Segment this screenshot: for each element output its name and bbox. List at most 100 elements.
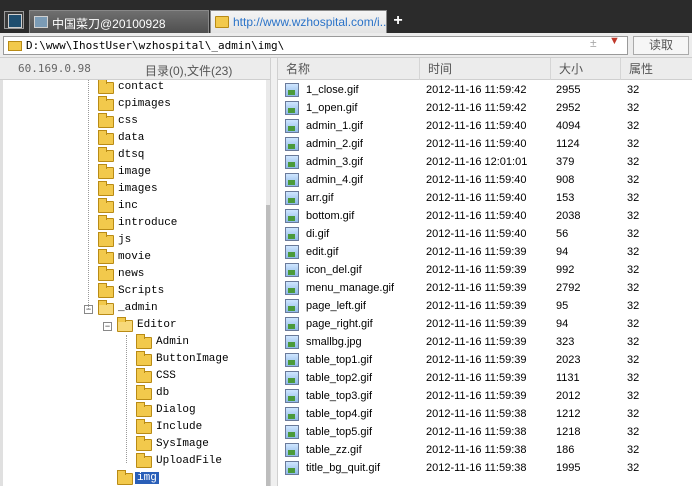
tree-node-label: data bbox=[118, 132, 145, 144]
file-time: 2012-11-16 11:59:39 bbox=[426, 372, 527, 384]
file-row[interactable]: edit.gif 2012-11-16 11:59:39 94 32 bbox=[278, 243, 692, 261]
tree-guide bbox=[88, 80, 89, 309]
column-size[interactable]: 大小 bbox=[551, 58, 621, 80]
folder-icon bbox=[136, 351, 152, 366]
file-row[interactable]: table_top4.gif 2012-11-16 11:59:38 1212 32 bbox=[278, 405, 692, 423]
file-row[interactable]: arr.gif 2012-11-16 11:59:40 153 32 bbox=[278, 189, 692, 207]
file-row[interactable]: page_left.gif 2012-11-16 11:59:39 95 32 bbox=[278, 297, 692, 315]
address-bar: D:\www\IhostUser\wzhospital\_admin\img\ … bbox=[0, 33, 692, 58]
file-size: 323 bbox=[556, 336, 575, 348]
file-time: 2012-11-16 11:59:42 bbox=[426, 84, 527, 96]
file-row[interactable]: page_right.gif 2012-11-16 11:59:39 94 32 bbox=[278, 315, 692, 333]
folder-icon bbox=[98, 181, 114, 196]
file-time: 2012-11-16 11:59:39 bbox=[426, 246, 527, 258]
file-row[interactable]: menu_manage.gif 2012-11-16 11:59:39 2792 32 bbox=[278, 279, 692, 297]
folder-icon bbox=[98, 164, 114, 179]
tree-header: 60.169.0.98 目录(0),文件(23) bbox=[0, 58, 270, 80]
file-attr: 32 bbox=[627, 102, 640, 114]
folder-icon bbox=[98, 232, 114, 247]
image-file-icon bbox=[285, 173, 299, 187]
tree-node-label: movie bbox=[118, 251, 152, 263]
file-row[interactable]: smallbg.jpg 2012-11-16 11:59:39 323 32 bbox=[278, 333, 692, 351]
file-time: 2012-11-16 11:59:40 bbox=[426, 192, 527, 204]
folder-tree: contact cpimages css data dtsq image images inc… bbox=[0, 80, 266, 486]
file-size: 4094 bbox=[556, 120, 581, 132]
file-row[interactable]: table_zz.gif 2012-11-16 11:59:38 186 32 bbox=[278, 441, 692, 459]
image-file-icon bbox=[285, 101, 299, 115]
image-file-icon bbox=[285, 407, 299, 421]
tab-bar: 中国菜刀@20100928 http://www.wzhospital.com/… bbox=[0, 0, 692, 33]
file-name: edit.gif bbox=[306, 246, 339, 258]
file-attr: 32 bbox=[627, 462, 640, 474]
file-row[interactable]: table_top2.gif 2012-11-16 11:59:39 1131 32 bbox=[278, 369, 692, 387]
file-row[interactable]: bottom.gif 2012-11-16 11:59:40 2038 32 bbox=[278, 207, 692, 225]
image-file-icon bbox=[285, 245, 299, 259]
read-button[interactable]: 读取 bbox=[633, 36, 689, 55]
folder-icon bbox=[215, 16, 229, 28]
plus-minus-icon[interactable]: ± bbox=[590, 36, 597, 50]
chevron-down-icon[interactable]: ▼ bbox=[609, 35, 620, 47]
file-name: admin_1.gif bbox=[306, 120, 363, 132]
file-time: 2012-11-16 11:59:38 bbox=[426, 444, 527, 456]
tree-node-label: news bbox=[118, 268, 145, 280]
tab-filemanager[interactable]: http://www.wzhospital.com/i... bbox=[210, 10, 387, 33]
file-time: 2012-11-16 11:59:39 bbox=[426, 390, 527, 402]
file-attr: 32 bbox=[627, 426, 640, 438]
folder-icon bbox=[98, 249, 114, 264]
file-attr: 32 bbox=[627, 228, 640, 240]
file-size: 94 bbox=[556, 318, 569, 330]
file-row[interactable]: icon_del.gif 2012-11-16 11:59:39 992 32 bbox=[278, 261, 692, 279]
file-time: 2012-11-16 11:59:39 bbox=[426, 264, 527, 276]
file-list-header: 名称 时间 大小 属性 bbox=[278, 58, 692, 80]
app-window-icon[interactable] bbox=[4, 11, 24, 29]
file-row[interactable]: table_top1.gif 2012-11-16 11:59:39 2023 32 bbox=[278, 351, 692, 369]
file-size: 94 bbox=[556, 246, 569, 258]
tree-scrollbar-thumb[interactable] bbox=[266, 205, 270, 486]
folder-icon bbox=[136, 368, 152, 383]
image-file-icon bbox=[285, 371, 299, 385]
file-size: 1131 bbox=[556, 372, 580, 384]
tree-node-label: Admin bbox=[156, 336, 190, 348]
file-list: 1_close.gif 2012-11-16 11:59:42 2955 32 1_op… bbox=[278, 81, 692, 486]
file-size: 1995 bbox=[556, 462, 581, 474]
tab-label: 中国菜刀@20100928 bbox=[52, 17, 166, 31]
file-name: admin_3.gif bbox=[306, 156, 363, 168]
file-row[interactable]: admin_3.gif 2012-11-16 12:01:01 379 32 bbox=[278, 153, 692, 171]
tree-node-label: images bbox=[118, 183, 158, 195]
file-row[interactable]: admin_1.gif 2012-11-16 11:59:40 4094 32 bbox=[278, 117, 692, 135]
file-row[interactable]: table_top3.gif 2012-11-16 11:59:39 2012 32 bbox=[278, 387, 692, 405]
tree-node-label: SysImage bbox=[156, 438, 209, 450]
path-input[interactable]: D:\www\IhostUser\wzhospital\_admin\img\ bbox=[3, 36, 628, 55]
image-file-icon bbox=[285, 389, 299, 403]
folder-icon bbox=[98, 266, 114, 281]
file-row[interactable]: 1_open.gif 2012-11-16 11:59:42 2952 32 bbox=[278, 99, 692, 117]
column-attr[interactable]: 属性 bbox=[621, 58, 692, 80]
image-file-icon bbox=[285, 209, 299, 223]
file-row[interactable]: title_bg_quit.gif 2012-11-16 11:59:38 1995… bbox=[278, 459, 692, 477]
file-attr: 32 bbox=[627, 318, 640, 330]
file-row[interactable]: admin_2.gif 2012-11-16 11:59:40 1124 32 bbox=[278, 135, 692, 153]
tab-shell[interactable]: 中国菜刀@20100928 bbox=[29, 10, 209, 33]
file-size: 2952 bbox=[556, 102, 581, 114]
column-name[interactable]: 名称 bbox=[278, 58, 420, 80]
image-file-icon bbox=[285, 119, 299, 133]
file-row[interactable]: di.gif 2012-11-16 11:59:40 56 32 bbox=[278, 225, 692, 243]
new-tab-button[interactable]: + bbox=[391, 13, 405, 29]
image-file-icon bbox=[285, 317, 299, 331]
file-attr: 32 bbox=[627, 264, 640, 276]
file-name: admin_2.gif bbox=[306, 138, 363, 150]
collapse-toggle[interactable]: − bbox=[103, 322, 112, 331]
file-row[interactable]: admin_4.gif 2012-11-16 11:59:40 908 32 bbox=[278, 171, 692, 189]
file-attr: 32 bbox=[627, 120, 640, 132]
tab-label: http://www.wzhospital.com/i... bbox=[233, 15, 387, 29]
tree-node-label: Include bbox=[156, 421, 203, 433]
file-size: 992 bbox=[556, 264, 575, 276]
pane-splitter[interactable] bbox=[270, 58, 278, 486]
file-attr: 32 bbox=[627, 372, 640, 384]
folder-icon bbox=[117, 317, 133, 332]
file-row[interactable]: table_top5.gif 2012-11-16 11:59:38 1218 32 bbox=[278, 423, 692, 441]
column-time[interactable]: 时间 bbox=[420, 58, 551, 80]
image-file-icon bbox=[285, 443, 299, 457]
file-time: 2012-11-16 11:59:42 bbox=[426, 102, 527, 114]
file-row[interactable]: 1_close.gif 2012-11-16 11:59:42 2955 32 bbox=[278, 81, 692, 99]
